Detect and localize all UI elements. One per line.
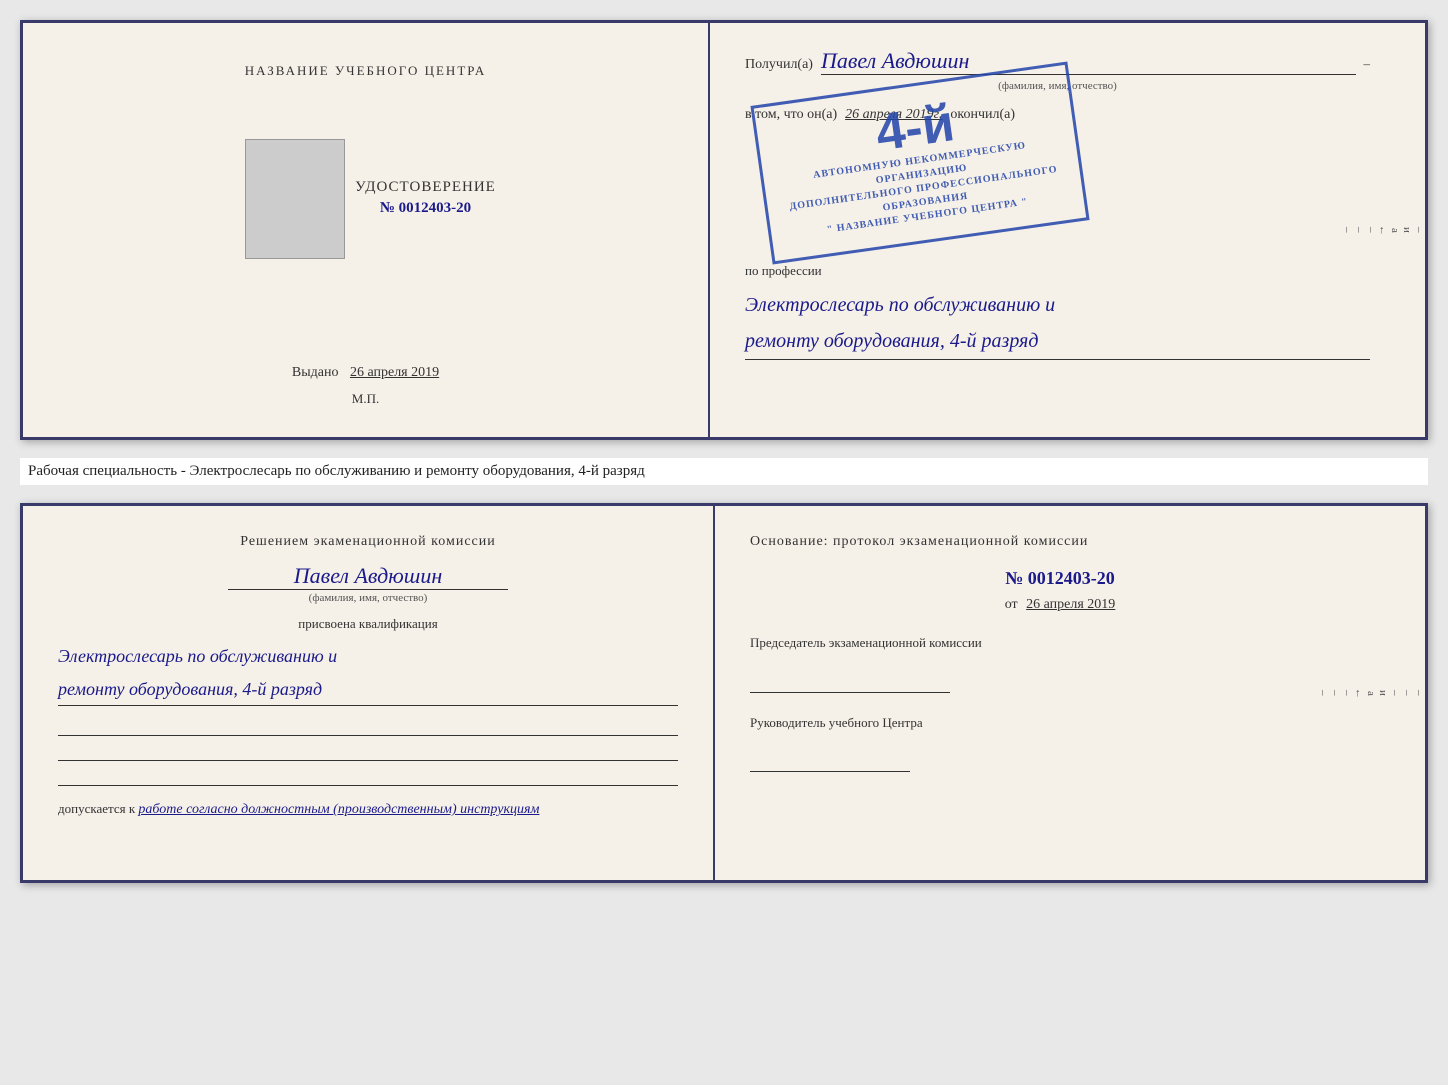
signature-lines xyxy=(58,716,678,786)
top-right-panel: Получил(а) Павел Авдюшин – (фамилия, имя… xyxy=(710,23,1405,437)
profession-text: Электрослесарь по обслуживанию и ремонту… xyxy=(745,287,1370,360)
in-that-line: в том, что он(а) 26 апреля 2019г. окончи… xyxy=(745,107,1370,123)
director-label: Руководитель учебного Центра xyxy=(750,713,1370,733)
qualification-label: присвоена квалификация xyxy=(58,616,678,632)
protocol-number: № 0012403-20 xyxy=(750,568,1370,589)
finished-label: окончил(а) xyxy=(950,107,1015,123)
decision-text: Решением экаменационной комиссии xyxy=(58,531,678,553)
right-strip-bottom: – – – и а ← – – – xyxy=(1405,506,1425,880)
cert-date: 26 апреля 2019г. xyxy=(845,107,942,123)
top-certificate: НАЗВАНИЕ УЧЕБНОГО ЦЕНТРА УДОСТОВЕРЕНИЕ №… xyxy=(20,20,1428,440)
stamp-text: АВТОНОМНУЮ НЕКОММЕРЧЕСКУЮ ОРГАНИЗАЦИЮ ДО… xyxy=(773,134,1074,244)
bottom-certificate: Решением экаменационной комиссии Павел А… xyxy=(20,503,1428,883)
qualification-text: Электрослесарь по обслуживанию и ремонту… xyxy=(58,640,678,706)
fio-sublabel: (фамилия, имя, отчество) xyxy=(745,80,1370,92)
bottom-left-panel: Решением экаменационной комиссии Павел А… xyxy=(23,506,715,880)
received-label: Получил(а) xyxy=(745,57,813,73)
allowed-text: допускается к работе согласно должностны… xyxy=(58,801,678,818)
top-left-panel: НАЗВАНИЕ УЧЕБНОГО ЦЕНТРА УДОСТОВЕРЕНИЕ №… xyxy=(23,23,710,437)
from-date: от 26 апреля 2019 xyxy=(750,597,1370,613)
middle-text: Рабочая специальность - Электрослесарь п… xyxy=(20,458,1428,485)
chairman-sig-line xyxy=(750,663,950,693)
bottom-recipient-name: Павел Авдюшин xyxy=(228,563,508,590)
allowed-detail: работе согласно должностным (производств… xyxy=(138,802,539,817)
top-title: НАЗВАНИЕ УЧЕБНОГО ЦЕНТРА xyxy=(245,63,486,79)
profession-label: по профессии xyxy=(745,263,1370,279)
chairman-label: Председатель экзаменационной комиссии xyxy=(750,633,1370,653)
issued-date: Выдано 26 апреля 2019 xyxy=(292,365,439,380)
cert-word: УДОСТОВЕРЕНИЕ xyxy=(355,179,496,196)
issued-line: Выдано 26 апреля 2019 xyxy=(292,344,439,381)
recipient-line: Получил(а) Павел Авдюшин – xyxy=(745,48,1370,75)
recipient-name: Павел Авдюшин xyxy=(821,48,1356,75)
director-sig-line xyxy=(750,742,910,772)
cert-number: № 0012403-20 xyxy=(380,200,471,217)
right-strip-top: – и а ← – – – xyxy=(1405,23,1425,437)
photo-placeholder xyxy=(245,139,345,259)
basis-text: Основание: протокол экзаменационной коми… xyxy=(750,531,1370,553)
mp-label: М.П. xyxy=(352,391,379,407)
bottom-fio-sublabel: (фамилия, имя, отчество) xyxy=(58,592,678,604)
bottom-right-panel: Основание: протокол экзаменационной коми… xyxy=(715,506,1405,880)
